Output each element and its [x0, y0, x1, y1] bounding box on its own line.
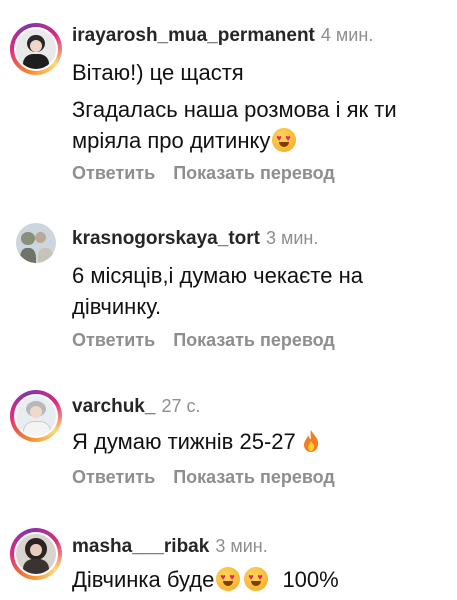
comment-actions: Ответить Показать перевод — [72, 330, 353, 351]
heart-eyes-emoji-icon: ♥ ♥ — [216, 567, 241, 591]
avatar[interactable] — [16, 223, 56, 263]
avatar-story-ring[interactable] — [10, 390, 62, 442]
timestamp: 3 мин. — [265, 228, 319, 248]
avatar[interactable] — [14, 532, 58, 576]
avatar-container[interactable] — [10, 217, 62, 269]
username[interactable]: masha___ribak — [72, 536, 209, 557]
show-translation-button[interactable]: Показать перевод — [173, 330, 335, 350]
comment-line-text: Дівчинка буде — [72, 567, 215, 592]
reply-button[interactable]: Ответить — [72, 163, 155, 183]
comment-line: Дівчинка буде ♥ ♥ ♥ ♥ 100% — [72, 564, 447, 595]
comment-line: мріяла про дитинку ♥ ♥ — [72, 125, 447, 156]
comment-line: Вітаю!) це щастя — [72, 60, 244, 85]
comment-line-text: Я думаю тижнів 25-27 — [72, 429, 296, 454]
heart-eyes-emoji-icon: ♥ ♥ — [272, 128, 297, 152]
comment-line: Згадалась наша розмова і як ти — [72, 97, 397, 122]
comment-text: Дівчинка буде ♥ ♥ ♥ ♥ 100% — [72, 564, 447, 595]
comment-text: 6 місяців,і думаю чекаєте на дівчинку. — [72, 260, 447, 322]
comment-line: дівчинку. — [72, 294, 162, 319]
username[interactable]: irayarosh_mua_permanent — [72, 25, 315, 46]
comment-header: varchuk_ 27 с. — [72, 396, 200, 418]
timestamp: 4 мин. — [320, 25, 374, 45]
timestamp: 27 с. — [161, 396, 201, 416]
comment-line: Я думаю тижнів 25-27 — [72, 426, 447, 457]
show-translation-button[interactable]: Показать перевод — [173, 163, 335, 183]
comment-text: Вітаю!) це щастя Згадалась наша розмова … — [72, 57, 447, 156]
reply-button[interactable]: Ответить — [72, 330, 155, 350]
fire-icon — [303, 430, 318, 452]
comment-text: Я думаю тижнів 25-27 — [72, 426, 447, 457]
comment-header: krasnogorskaya_tort 3 мин. — [72, 228, 318, 250]
username[interactable]: krasnogorskaya_tort — [72, 228, 260, 249]
reply-button[interactable]: Ответить — [72, 467, 155, 487]
timestamp: 3 мин. — [215, 536, 268, 556]
comment-header: masha___ribak 3 мин. — [72, 536, 268, 558]
show-translation-button[interactable]: Показать перевод — [173, 467, 335, 487]
avatar[interactable] — [14, 394, 58, 438]
avatar-story-ring[interactable] — [10, 528, 62, 580]
comment-header: irayarosh_mua_permanent 4 мин. — [72, 25, 373, 47]
comment-actions: Ответить Показать перевод — [72, 163, 353, 184]
comment-line-text: 100% — [282, 567, 339, 592]
avatar-story-ring[interactable] — [10, 23, 62, 75]
avatar[interactable] — [14, 27, 58, 71]
comment-actions: Ответить Показать перевод — [72, 467, 353, 488]
comment-line: 6 місяців,і думаю чекаєте на — [72, 263, 363, 288]
comment-line-text: мріяла про дитинку — [72, 128, 271, 153]
heart-eyes-emoji-icon: ♥ ♥ — [244, 567, 269, 591]
username[interactable]: varchuk_ — [72, 396, 155, 417]
